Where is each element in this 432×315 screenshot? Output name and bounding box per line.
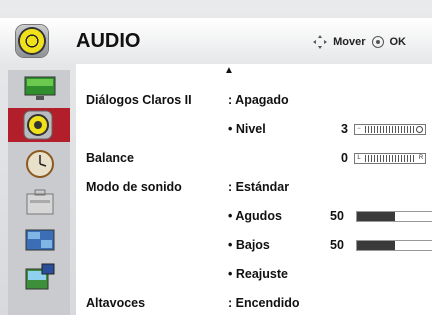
sidebar-item-picture[interactable]: [12, 72, 66, 106]
audio-icon: [16, 25, 48, 57]
treble-fill: [357, 212, 395, 221]
speakers-label[interactable]: Altavoces: [86, 296, 145, 310]
toolbox-icon: [26, 189, 54, 215]
clock-icon: [26, 150, 54, 178]
balance-ticks: [365, 155, 415, 162]
level-knob: [416, 126, 423, 133]
sidebar-item-screen[interactable]: [12, 222, 66, 256]
level-ticks: [365, 126, 415, 133]
bass-value: 50: [330, 238, 344, 252]
sidebar-item-audio[interactable]: [8, 108, 70, 142]
audio-menu: ▲ Diálogos Claros II : Apagado • Nivel 3…: [76, 64, 432, 315]
bass-fill: [357, 241, 395, 250]
scroll-up-arrow-icon[interactable]: ▲: [224, 65, 234, 76]
sidebar-item-input[interactable]: [12, 260, 66, 294]
balance-right-label: R: [418, 155, 424, 161]
reset-label[interactable]: • Reajuste: [228, 267, 288, 281]
bass-slider[interactable]: [356, 240, 432, 251]
level-value: 3: [341, 122, 348, 136]
ok-label: OK: [389, 36, 407, 48]
treble-value: 50: [330, 209, 344, 223]
header-bar: AUDIO Mover OK: [0, 18, 432, 64]
ok-icon: [371, 36, 384, 48]
balance-slider[interactable]: L R: [354, 153, 426, 164]
level-slider[interactable]: −: [354, 124, 426, 135]
sound-mode-value[interactable]: : Estándar: [228, 180, 289, 194]
move-arrows-icon: [313, 35, 328, 49]
sidebar-item-options[interactable]: [12, 184, 66, 218]
balance-label[interactable]: Balance: [86, 151, 134, 165]
page-title: AUDIO: [76, 30, 141, 52]
minus-icon: −: [357, 126, 361, 132]
level-label[interactable]: • Nivel: [228, 122, 266, 136]
audio-icon: [23, 110, 53, 140]
bass-label[interactable]: • Bajos: [228, 238, 270, 252]
treble-slider[interactable]: [356, 211, 432, 222]
picture-icon: [25, 229, 55, 251]
treble-label[interactable]: • Agudos: [228, 209, 282, 223]
navigation-hint: Mover OK: [313, 35, 406, 49]
sound-mode-label[interactable]: Modo de sonido: [86, 180, 182, 194]
sidebar: [8, 70, 70, 315]
balance-left-label: L: [357, 155, 361, 161]
dialog-label[interactable]: Diálogos Claros II: [86, 93, 192, 107]
dialog-value[interactable]: : Apagado: [228, 93, 289, 107]
balance-value: 0: [341, 151, 348, 165]
input-icon: [25, 263, 55, 290]
sidebar-item-time[interactable]: [12, 146, 66, 180]
move-label: Mover: [333, 36, 366, 48]
monitor-icon: [24, 76, 56, 100]
speakers-value[interactable]: : Encendido: [228, 296, 300, 310]
